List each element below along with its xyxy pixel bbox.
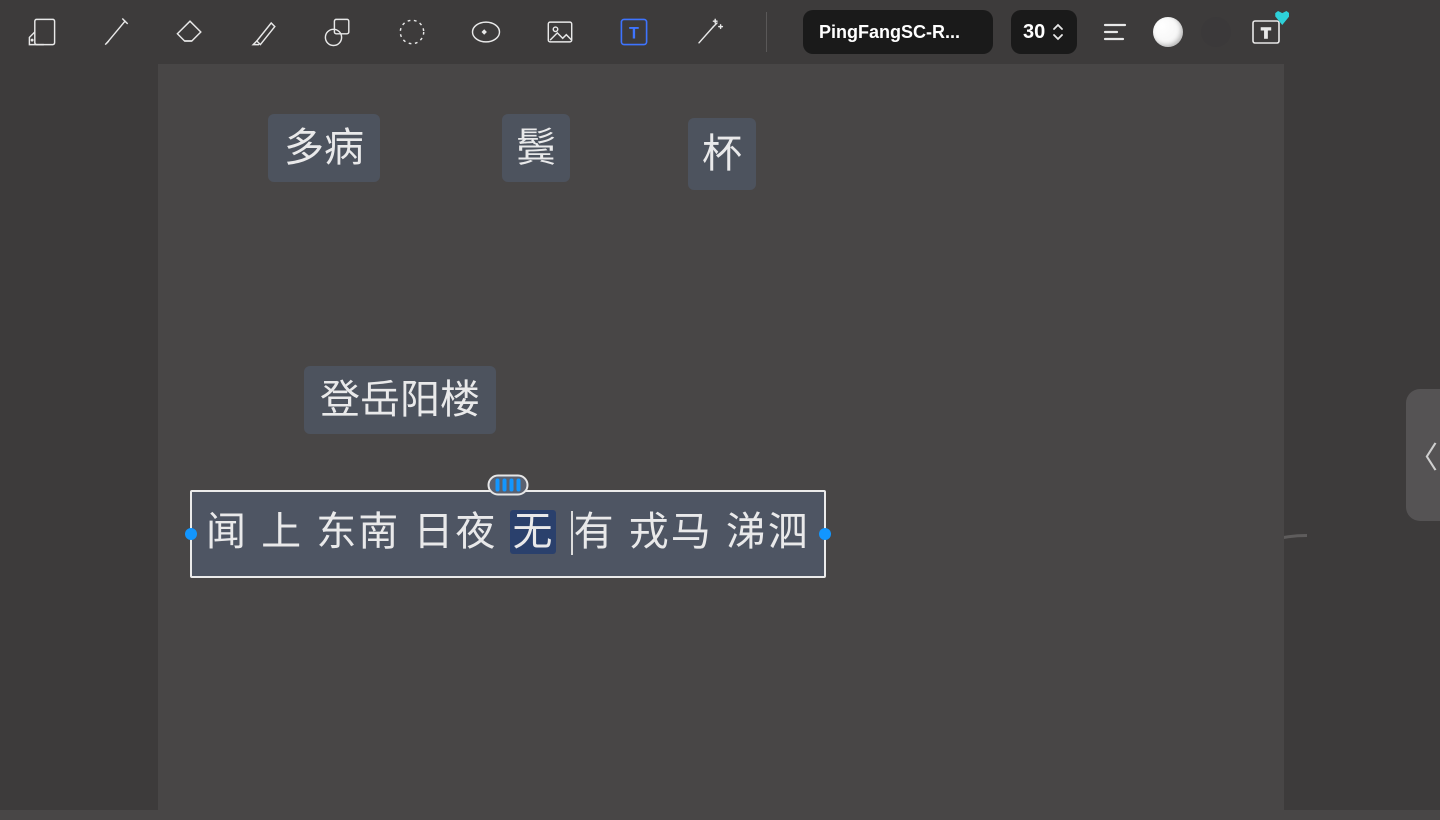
text-block[interactable]: 多病	[268, 114, 380, 182]
text-color-picker[interactable]	[1153, 17, 1183, 47]
text-block-content: 鬓	[516, 126, 556, 170]
right-gutter: 〈	[1284, 64, 1440, 810]
text-block[interactable]: 登岳阳楼	[304, 366, 496, 434]
active-text-box[interactable]: 闻 上 东南 日夜 无 有 戎马 涕泗	[190, 490, 826, 578]
text-block[interactable]: 鬓	[502, 114, 570, 182]
text-run: 闻 上 东南 日夜	[206, 510, 510, 554]
text-block-content: 登岳阳楼	[320, 378, 480, 422]
chevron-left-icon: 〈	[1408, 433, 1438, 477]
eraser-tool[interactable]	[170, 12, 210, 52]
resize-handle-right[interactable]	[819, 528, 831, 540]
text-block[interactable]: 杯	[688, 118, 756, 190]
background-color-picker[interactable]	[1201, 17, 1231, 47]
text-tool[interactable]: T	[614, 12, 654, 52]
pen-tool[interactable]	[96, 12, 136, 52]
text-selection: 无	[510, 510, 556, 554]
toolbar-right-group: PingFangSC-R... 30 T	[803, 10, 1283, 54]
toolbar-divider	[766, 12, 767, 52]
effects-tool[interactable]	[688, 12, 728, 52]
collage-tool[interactable]	[22, 12, 62, 52]
text-run	[556, 510, 569, 554]
font-name-label: PingFangSC-R...	[819, 22, 960, 43]
image-tool[interactable]	[540, 12, 580, 52]
side-panel-handle[interactable]: 〈	[1406, 389, 1440, 521]
top-toolbar: T PingFangSC-R... 30	[0, 0, 1440, 64]
textbox-presets-button[interactable]: T	[1249, 15, 1283, 49]
svg-text:T: T	[629, 24, 639, 42]
font-size-stepper[interactable]: 30	[1011, 10, 1077, 54]
font-size-value: 30	[1023, 21, 1045, 44]
svg-text:T: T	[1262, 25, 1271, 42]
resize-handle-left[interactable]	[185, 528, 197, 540]
lasso-tool[interactable]	[392, 12, 432, 52]
left-gutter	[0, 64, 158, 810]
text-run: 有 戎马 涕泗	[574, 510, 810, 554]
rotate-handle[interactable]	[487, 475, 528, 496]
sticker-tool[interactable]	[466, 12, 506, 52]
font-selector[interactable]: PingFangSC-R...	[803, 10, 993, 54]
canvas-page[interactable]: 多病 鬓 杯 登岳阳楼 闻 上 东南 日夜 无 有 戎马 涕泗	[158, 64, 1284, 810]
shapes-tool[interactable]	[318, 12, 358, 52]
highlighter-tool[interactable]	[244, 12, 284, 52]
text-block-content: 多病	[284, 126, 364, 170]
text-block-content: 杯	[702, 132, 742, 176]
text-caret	[571, 511, 573, 555]
align-left-button[interactable]	[1095, 12, 1135, 52]
toolbar-left-group: T	[22, 12, 771, 52]
stepper-chevrons-icon	[1051, 22, 1065, 42]
